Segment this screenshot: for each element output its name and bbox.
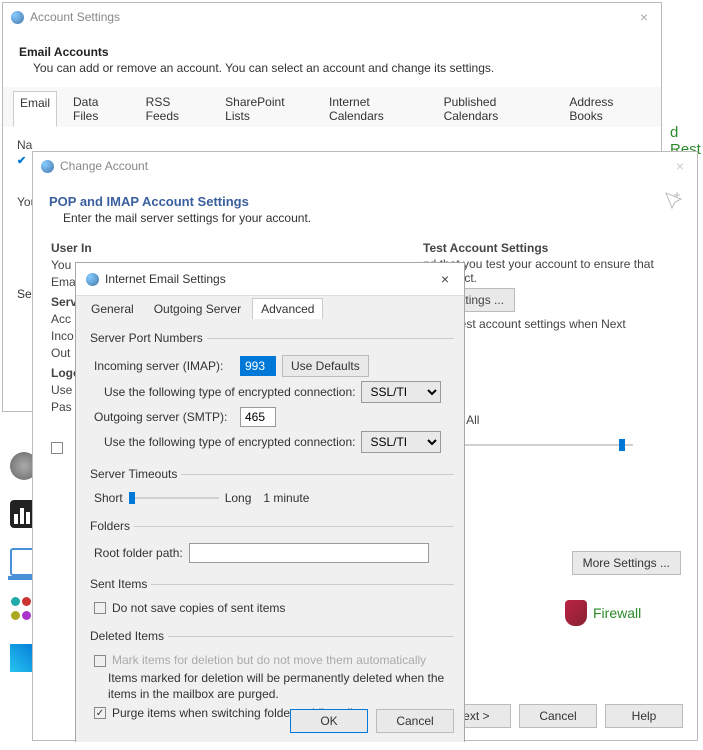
window-title: Account Settings: [30, 10, 120, 24]
close-icon[interactable]: ×: [436, 271, 454, 287]
timeout-slider[interactable]: [129, 497, 219, 499]
shield-icon: [565, 600, 587, 626]
server-port-group: Server Port Numbers Incoming server (IMA…: [86, 331, 454, 461]
tabs-row: Email Data Files RSS FeedsSharePoint Lists…: [3, 87, 661, 128]
deletion-description: Items marked for deletion will be perman…: [108, 671, 454, 702]
close-icon[interactable]: ×: [671, 158, 689, 174]
titlebar: Account Settings ×: [3, 3, 661, 31]
internet-email-settings-dialog: Internet Email Settings × GeneralOutgoin…: [75, 262, 465, 742]
header-area: POP and IMAP Account Settings Enter the …: [33, 180, 697, 231]
short-label: Short: [94, 491, 123, 505]
outgoing-server-label: Outgoing server (SMTP):: [94, 410, 234, 424]
tab-sharepoint-lists[interactable]: SharePoint Lists: [219, 91, 313, 127]
outgoing-port-input[interactable]: [240, 407, 276, 427]
tab-rss-feeds[interactable]: RSS Feeds: [140, 91, 210, 127]
sent-items-group: Sent Items Do not save copies of sent it…: [86, 577, 454, 623]
help-button[interactable]: Help: [605, 704, 683, 728]
page-subtitle: Enter the mail server settings for your …: [49, 211, 681, 225]
name-column: Na: [17, 138, 647, 152]
timeouts-legend: Server Timeouts: [86, 467, 181, 481]
mark-deletion-label: Mark items for deletion but do not move …: [112, 653, 426, 667]
page-title: POP and IMAP Account Settings: [49, 194, 681, 209]
sent-items-check-label: Do not save copies of sent items: [112, 601, 285, 615]
tab-outgoing-server[interactable]: Outgoing Server: [145, 298, 250, 319]
tab-published-calendars[interactable]: Published Calendars: [438, 91, 554, 127]
folders-group: Folders Root folder path:: [86, 519, 454, 571]
server-port-legend: Server Port Numbers: [86, 331, 207, 345]
cancel-button[interactable]: Cancel: [376, 709, 454, 733]
timeout-value: 1 minute: [263, 491, 309, 505]
check-icon: ✔: [17, 154, 26, 167]
root-path-label: Root folder path:: [94, 546, 183, 560]
cursor-sparkle-icon: [663, 190, 685, 212]
encryption-label-2: Use the following type of encrypted conn…: [104, 435, 355, 449]
tab-advanced[interactable]: Advanced: [252, 298, 323, 319]
app-icon: [11, 11, 24, 24]
sent-items-legend: Sent Items: [86, 577, 151, 591]
long-label: Long: [225, 491, 252, 505]
dialog-title: Internet Email Settings: [105, 272, 226, 286]
all-label: All: [466, 413, 479, 427]
tab-address-books[interactable]: Address Books: [563, 91, 651, 127]
page-title: Email Accounts: [19, 45, 645, 59]
close-icon[interactable]: ×: [635, 9, 653, 25]
outgoing-encryption-select[interactable]: SSL/TLS: [361, 431, 441, 453]
test-settings-heading: Test Account Settings: [423, 241, 679, 255]
tab-general[interactable]: General: [82, 298, 143, 319]
encryption-label-1: Use the following type of encrypted conn…: [104, 385, 355, 399]
titlebar: Change Account ×: [33, 152, 697, 180]
incoming-server-label: Incoming server (IMAP):: [94, 359, 234, 373]
incoming-port-input[interactable]: [240, 356, 276, 376]
app-icon: [41, 160, 54, 173]
mail-icon: [86, 273, 99, 286]
window-title: Change Account: [60, 159, 148, 173]
tab-internet-calendars[interactable]: Internet Calendars: [323, 91, 428, 127]
mark-deletion-checkbox[interactable]: [94, 655, 106, 667]
tabs-row: GeneralOutgoing ServerAdvanced: [76, 295, 464, 319]
sent-items-checkbox[interactable]: [94, 602, 106, 614]
purge-checkbox[interactable]: ✓: [94, 707, 106, 719]
page-subtitle: You can add or remove an account. You ca…: [19, 61, 645, 75]
titlebar: Internet Email Settings ×: [76, 263, 464, 295]
user-info-heading: User Information: [51, 241, 91, 255]
tab-email[interactable]: Email: [13, 91, 57, 127]
ok-button[interactable]: OK: [290, 709, 368, 733]
deleted-items-legend: Deleted Items: [86, 629, 168, 643]
incoming-encryption-select[interactable]: SSL/TLS: [361, 381, 441, 403]
firewall-label: Firewall: [593, 605, 641, 621]
remember-checkbox[interactable]: [51, 442, 63, 454]
use-defaults-button[interactable]: Use Defaults: [282, 355, 369, 377]
folders-legend: Folders: [86, 519, 134, 533]
more-settings-button[interactable]: More Settings ...: [572, 551, 681, 575]
firewall-link[interactable]: Firewall: [565, 600, 641, 626]
tab-data-files[interactable]: Data Files: [67, 91, 130, 127]
server-timeouts-group: Server Timeouts Short Long 1 minute: [86, 467, 454, 513]
root-path-input[interactable]: [189, 543, 429, 563]
cancel-button[interactable]: Cancel: [519, 704, 597, 728]
header-area: Email Accounts You can add or remove an …: [3, 31, 661, 87]
